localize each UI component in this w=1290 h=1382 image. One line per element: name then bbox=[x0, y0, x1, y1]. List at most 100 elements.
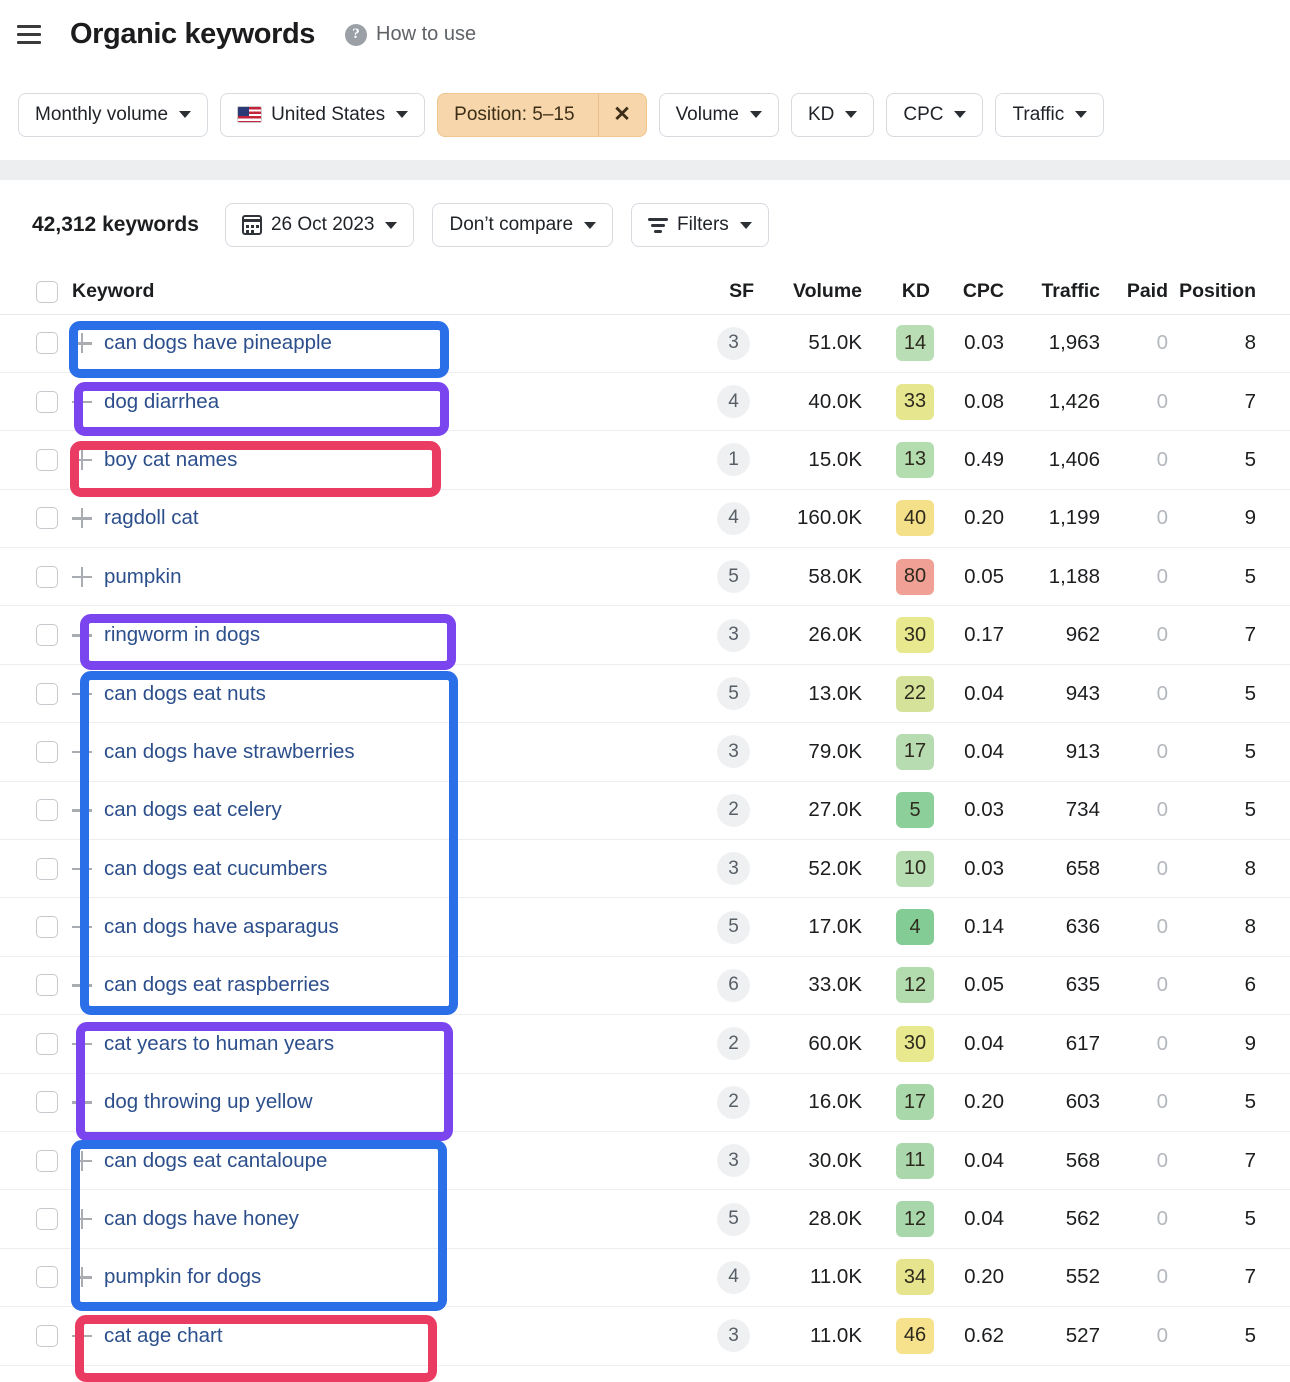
select-all-cell bbox=[0, 270, 62, 314]
close-icon[interactable]: ✕ bbox=[598, 94, 646, 136]
position-filter-chip[interactable]: Position: 5–15 ✕ bbox=[437, 93, 646, 137]
row-checkbox[interactable] bbox=[36, 1208, 58, 1230]
keyword-cell: can dogs have strawberries bbox=[62, 723, 690, 781]
keyword-link[interactable]: can dogs have strawberries bbox=[104, 740, 355, 764]
row-checkbox[interactable] bbox=[36, 1033, 58, 1055]
expand-plus-icon[interactable] bbox=[72, 917, 92, 937]
keyword-link[interactable]: can dogs eat celery bbox=[104, 798, 282, 822]
expand-plus-icon[interactable] bbox=[72, 975, 92, 995]
expand-plus-icon[interactable] bbox=[72, 508, 92, 528]
keyword-link[interactable]: dog diarrhea bbox=[104, 390, 219, 414]
expand-plus-icon[interactable] bbox=[72, 800, 92, 820]
expand-plus-icon[interactable] bbox=[72, 333, 92, 353]
expand-plus-icon[interactable] bbox=[72, 450, 92, 470]
expand-plus-icon[interactable] bbox=[72, 1092, 92, 1112]
row-checkbox[interactable] bbox=[36, 391, 58, 413]
keyword-cell: can dogs eat cucumbers bbox=[62, 840, 690, 898]
keyword-cell: ringworm in dogs bbox=[62, 606, 690, 664]
traffic-filter-dropdown[interactable]: Traffic bbox=[995, 93, 1104, 137]
filters-button[interactable]: Filters bbox=[631, 203, 769, 247]
keyword-link[interactable]: can dogs have honey bbox=[104, 1207, 299, 1231]
row-select-cell bbox=[0, 314, 62, 372]
keyword-link[interactable]: can dogs eat cantaloupe bbox=[104, 1149, 327, 1173]
traffic-cell: 1,188 bbox=[1014, 548, 1110, 606]
expand-plus-icon[interactable] bbox=[72, 1151, 92, 1171]
paid-cell: 0 bbox=[1110, 664, 1178, 722]
row-checkbox[interactable] bbox=[36, 1325, 58, 1347]
row-checkbox[interactable] bbox=[36, 624, 58, 646]
column-header-traffic[interactable]: Traffic bbox=[1014, 270, 1110, 314]
keyword-link[interactable]: pumpkin bbox=[104, 565, 182, 589]
kd-filter-dropdown[interactable]: KD bbox=[791, 93, 874, 137]
row-checkbox[interactable] bbox=[36, 566, 58, 588]
column-header-volume[interactable]: Volume bbox=[764, 270, 872, 314]
row-checkbox[interactable] bbox=[36, 1150, 58, 1172]
column-header-position[interactable]: Position bbox=[1178, 270, 1290, 314]
volume-cell: 60.0K bbox=[764, 1015, 872, 1073]
keyword-link[interactable]: dog throwing up yellow bbox=[104, 1090, 313, 1114]
monthly-volume-label: Monthly volume bbox=[35, 104, 168, 126]
row-checkbox[interactable] bbox=[36, 858, 58, 880]
column-header-paid[interactable]: Paid bbox=[1110, 270, 1178, 314]
row-checkbox[interactable] bbox=[36, 799, 58, 821]
expand-plus-icon[interactable] bbox=[72, 392, 92, 412]
expand-plus-icon[interactable] bbox=[72, 1326, 92, 1346]
sf-cell: 5 bbox=[690, 898, 764, 956]
row-checkbox[interactable] bbox=[36, 1091, 58, 1113]
keyword-link[interactable]: can dogs eat cucumbers bbox=[104, 857, 327, 881]
keyword-link[interactable]: can dogs have asparagus bbox=[104, 915, 339, 939]
row-checkbox[interactable] bbox=[36, 332, 58, 354]
row-checkbox[interactable] bbox=[36, 683, 58, 705]
column-header-cpc[interactable]: CPC bbox=[940, 270, 1014, 314]
expand-plus-icon[interactable] bbox=[72, 567, 92, 587]
expand-plus-icon[interactable] bbox=[72, 1209, 92, 1229]
traffic-cell: 1,426 bbox=[1014, 372, 1110, 430]
row-checkbox[interactable] bbox=[36, 449, 58, 471]
keyword-cell: can dogs have pineapple bbox=[62, 314, 690, 372]
keyword-cell: cat years to human years bbox=[62, 1015, 690, 1073]
how-to-use-link[interactable]: ? How to use bbox=[345, 23, 476, 46]
kd-badge: 13 bbox=[896, 442, 934, 478]
cpc-filter-dropdown[interactable]: CPC bbox=[886, 93, 983, 137]
keyword-link[interactable]: can dogs eat nuts bbox=[104, 682, 266, 706]
keyword-link[interactable]: cat age chart bbox=[104, 1324, 223, 1348]
country-dropdown[interactable]: United States bbox=[220, 93, 425, 137]
row-checkbox[interactable] bbox=[36, 916, 58, 938]
kd-cell: 14 bbox=[872, 314, 940, 372]
keyword-link[interactable]: ragdoll cat bbox=[104, 506, 199, 530]
column-header-kd[interactable]: KD bbox=[872, 270, 940, 314]
row-checkbox[interactable] bbox=[36, 974, 58, 996]
cpc-cell: 0.14 bbox=[940, 898, 1014, 956]
keyword-link[interactable]: can dogs have pineapple bbox=[104, 331, 332, 355]
row-checkbox[interactable] bbox=[36, 507, 58, 529]
expand-plus-icon[interactable] bbox=[72, 1034, 92, 1054]
sf-cell: 3 bbox=[690, 723, 764, 781]
select-all-checkbox[interactable] bbox=[36, 281, 58, 303]
date-picker[interactable]: 26 Oct 2023 bbox=[225, 203, 415, 247]
table-row: cat years to human years260.0K300.046170… bbox=[0, 1015, 1290, 1073]
keyword-link[interactable]: pumpkin for dogs bbox=[104, 1265, 261, 1289]
keyword-link[interactable]: cat years to human years bbox=[104, 1032, 334, 1056]
volume-filter-dropdown[interactable]: Volume bbox=[659, 93, 779, 137]
compare-dropdown[interactable]: Don’t compare bbox=[432, 203, 613, 247]
expand-plus-icon[interactable] bbox=[72, 625, 92, 645]
keyword-cell: can dogs eat nuts bbox=[62, 664, 690, 722]
keyword-link[interactable]: boy cat names bbox=[104, 448, 237, 472]
expand-plus-icon[interactable] bbox=[72, 1267, 92, 1287]
kd-badge: 4 bbox=[896, 909, 934, 945]
column-header-keyword[interactable]: Keyword bbox=[62, 270, 690, 314]
row-checkbox[interactable] bbox=[36, 741, 58, 763]
table-toolbar: 42,312 keywords 26 Oct 2023 Don’t compar… bbox=[0, 180, 1290, 270]
expand-plus-icon[interactable] bbox=[72, 684, 92, 704]
keyword-link[interactable]: ringworm in dogs bbox=[104, 623, 260, 647]
expand-plus-icon[interactable] bbox=[72, 859, 92, 879]
hamburger-icon[interactable] bbox=[12, 18, 46, 52]
cpc-cell: 0.03 bbox=[940, 314, 1014, 372]
monthly-volume-dropdown[interactable]: Monthly volume bbox=[18, 93, 208, 137]
keyword-count: 42,312 keywords bbox=[32, 213, 199, 237]
sf-badge: 3 bbox=[717, 1144, 750, 1177]
expand-plus-icon[interactable] bbox=[72, 742, 92, 762]
row-checkbox[interactable] bbox=[36, 1266, 58, 1288]
keyword-link[interactable]: can dogs eat raspberries bbox=[104, 973, 330, 997]
column-header-sf[interactable]: SF bbox=[690, 270, 764, 314]
